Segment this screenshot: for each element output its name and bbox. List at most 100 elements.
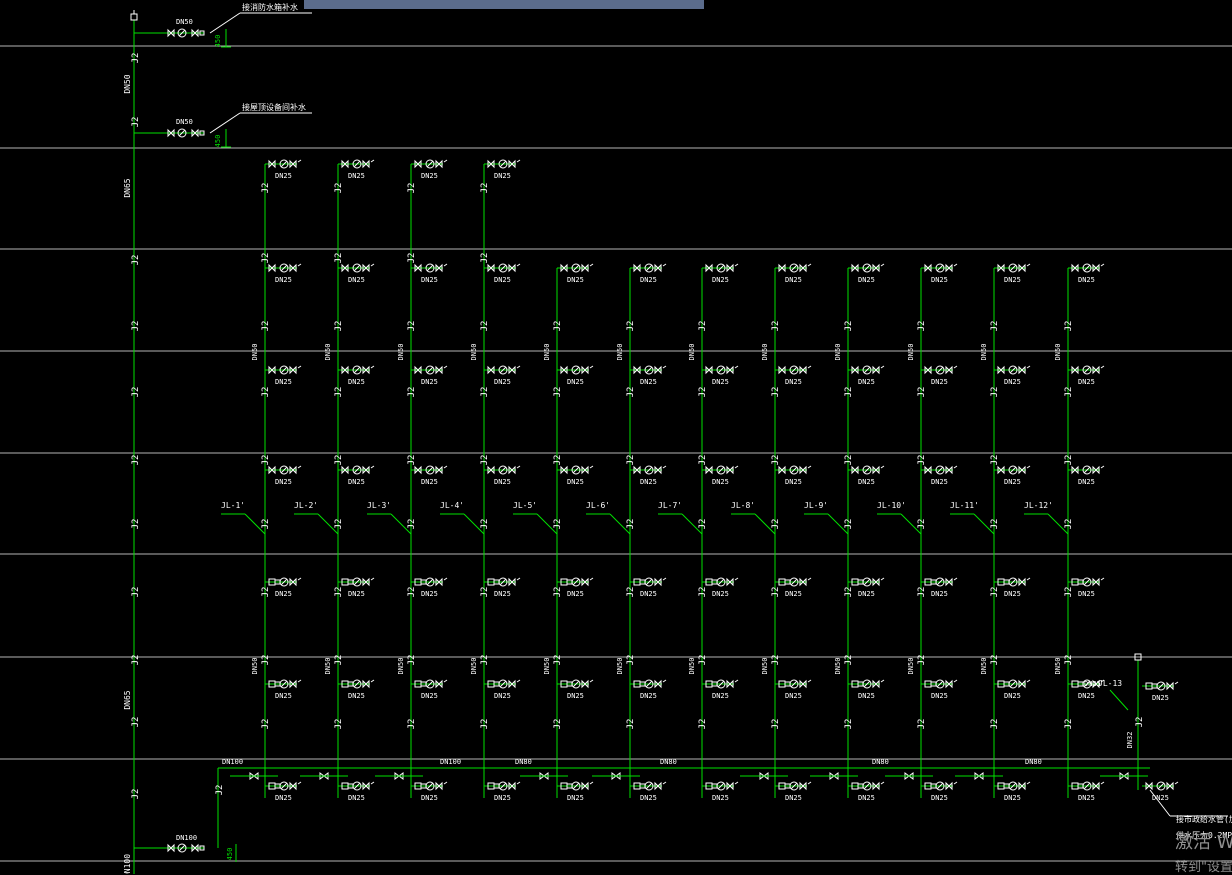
- outlet-mark: [443, 365, 448, 369]
- pipe-code-label: J2: [334, 321, 344, 332]
- pipe-code-label: J2: [771, 519, 781, 530]
- pipe-code-label: J2: [553, 587, 563, 598]
- fixture-size-label: DN25: [567, 794, 584, 802]
- cad-drawing-canvas: J2 J2 J2 J2 J2 J2 J2 J2 J2 J2 J2 DN50 DN65 DN65 DN100 D…: [0, 0, 1232, 875]
- riser-label: JL-7': [658, 501, 682, 510]
- outlet-mark: [1100, 465, 1105, 469]
- fixture-size-label: DN25: [421, 276, 438, 284]
- riser-label-leader: [1109, 689, 1129, 711]
- fixture-size-label: DN25: [858, 590, 875, 598]
- fixture-size-label: DN25: [275, 794, 292, 802]
- fixture-size-label: DN25: [494, 478, 511, 486]
- pipe-code-label: J2: [1064, 387, 1074, 398]
- fixture-size-label: DN25: [785, 478, 802, 486]
- pipe-code-label: J2: [407, 587, 417, 598]
- pipe-code-label: J2: [917, 587, 927, 598]
- outlet-mark: [807, 465, 812, 469]
- fixture-size-label: DN25: [1004, 378, 1021, 386]
- pipe-code-label: J2: [698, 387, 708, 398]
- riser-label: JL-3': [367, 501, 391, 510]
- riser-size-label: DN50: [761, 658, 769, 675]
- pipe-code-label: J2: [990, 455, 1000, 466]
- outlet-mark: [1026, 679, 1031, 683]
- fixture-size-label: DN25: [785, 692, 802, 700]
- fixture-size-label: DN25: [1004, 276, 1021, 284]
- fixture-size-label: DN25: [640, 590, 657, 598]
- fixture-size-label: DN25: [421, 172, 438, 180]
- pipe-code-label: J2: [626, 719, 636, 730]
- outlet-mark: [1100, 577, 1105, 581]
- riser-size-label: DN50: [251, 658, 259, 675]
- outlet-mark: [297, 159, 302, 163]
- outlet-mark: [953, 781, 958, 785]
- fixture-size-label: DN25: [494, 276, 511, 284]
- pipe-code-label: J2: [917, 387, 927, 398]
- fixture-size-label: DN25: [1078, 590, 1095, 598]
- pipe-code-label: J2: [261, 587, 271, 598]
- fixture-size-label: DN25: [1004, 590, 1021, 598]
- leader-line: [209, 12, 241, 34]
- outlet-mark: [662, 577, 667, 581]
- outlet-mark: [880, 263, 885, 267]
- pipe-code-label: J2: [407, 387, 417, 398]
- fixture-size-label: DN25: [567, 590, 584, 598]
- outlet-mark: [516, 781, 521, 785]
- pipe-code-label: J2: [626, 321, 636, 332]
- pipe-code-label: J2: [334, 387, 344, 398]
- pipe-code-label: J2: [1064, 719, 1074, 730]
- pipe-code-label: J2: [131, 387, 141, 398]
- outlet-mark: [370, 781, 375, 785]
- pipe-code-label: J2: [215, 785, 225, 796]
- outlet-mark: [734, 465, 739, 469]
- riser-size-label: DN50: [616, 344, 624, 361]
- pipe-code-label: J2: [1064, 321, 1074, 332]
- pipe-code-label: J2: [407, 183, 417, 194]
- pipe-code-label: J2: [917, 519, 927, 530]
- fixture-size-label: DN25: [494, 794, 511, 802]
- outlet-mark: [589, 781, 594, 785]
- fixture-size-label: DN25: [931, 478, 948, 486]
- pipe-code-label: J2: [771, 587, 781, 598]
- riser-label: JL-10': [877, 501, 906, 510]
- fixture-size-label: DN25: [567, 478, 584, 486]
- water-supply-riser-diagram: J2J2J2J2J2J2J2J2J2J2J2DN50DN65DN65DN100D…: [0, 2, 1232, 874]
- riser-size-label: DN50: [980, 658, 988, 675]
- height-mark-label: 450: [214, 35, 222, 48]
- fixture-size-label: DN25: [567, 378, 584, 386]
- outlet-mark: [662, 365, 667, 369]
- pipe-code-label: J2: [334, 455, 344, 466]
- pipe-code-label: J2: [334, 253, 344, 264]
- pipe-code-label: J2: [407, 719, 417, 730]
- outlet-mark: [516, 577, 521, 581]
- riser-size-label: DN50: [543, 344, 551, 361]
- pipe-code-label: J2: [131, 53, 141, 64]
- outlet-mark: [807, 263, 812, 267]
- outlet-mark: [370, 365, 375, 369]
- outlet-mark: [516, 365, 521, 369]
- fixture-size-label: DN25: [1152, 694, 1169, 702]
- fixture-size-label: DN25: [1004, 478, 1021, 486]
- pipe-code-label: J2: [407, 253, 417, 264]
- fixture-size-label: DN25: [1078, 692, 1095, 700]
- pipe-code-label: J2: [553, 719, 563, 730]
- fixture-size-label: DN25: [712, 692, 729, 700]
- pipe-code-label: J2: [917, 455, 927, 466]
- riser-label: JL-8': [731, 501, 755, 510]
- fixture-size-label: DN25: [421, 590, 438, 598]
- riser-size-label: DN50: [907, 344, 915, 361]
- pipe-code-label: J2: [771, 387, 781, 398]
- pipe-code-label: J2: [844, 321, 854, 332]
- riser-size-label: DN50: [251, 344, 259, 361]
- valve-size-label: DN100: [176, 834, 197, 842]
- header-size-label: DN100: [222, 758, 243, 766]
- outlet-mark: [516, 159, 521, 163]
- riser-size-label: DN50: [543, 658, 551, 675]
- pipe-code-label: J2: [626, 655, 636, 666]
- pipe-code-label: J2: [626, 387, 636, 398]
- pipe-code-label: J2: [771, 455, 781, 466]
- pipe-code-label: J2: [1064, 587, 1074, 598]
- outlet-mark: [734, 781, 739, 785]
- outlet-mark: [880, 781, 885, 785]
- fixture-size-label: DN25: [275, 378, 292, 386]
- pipe-code-label: J2: [1064, 655, 1074, 666]
